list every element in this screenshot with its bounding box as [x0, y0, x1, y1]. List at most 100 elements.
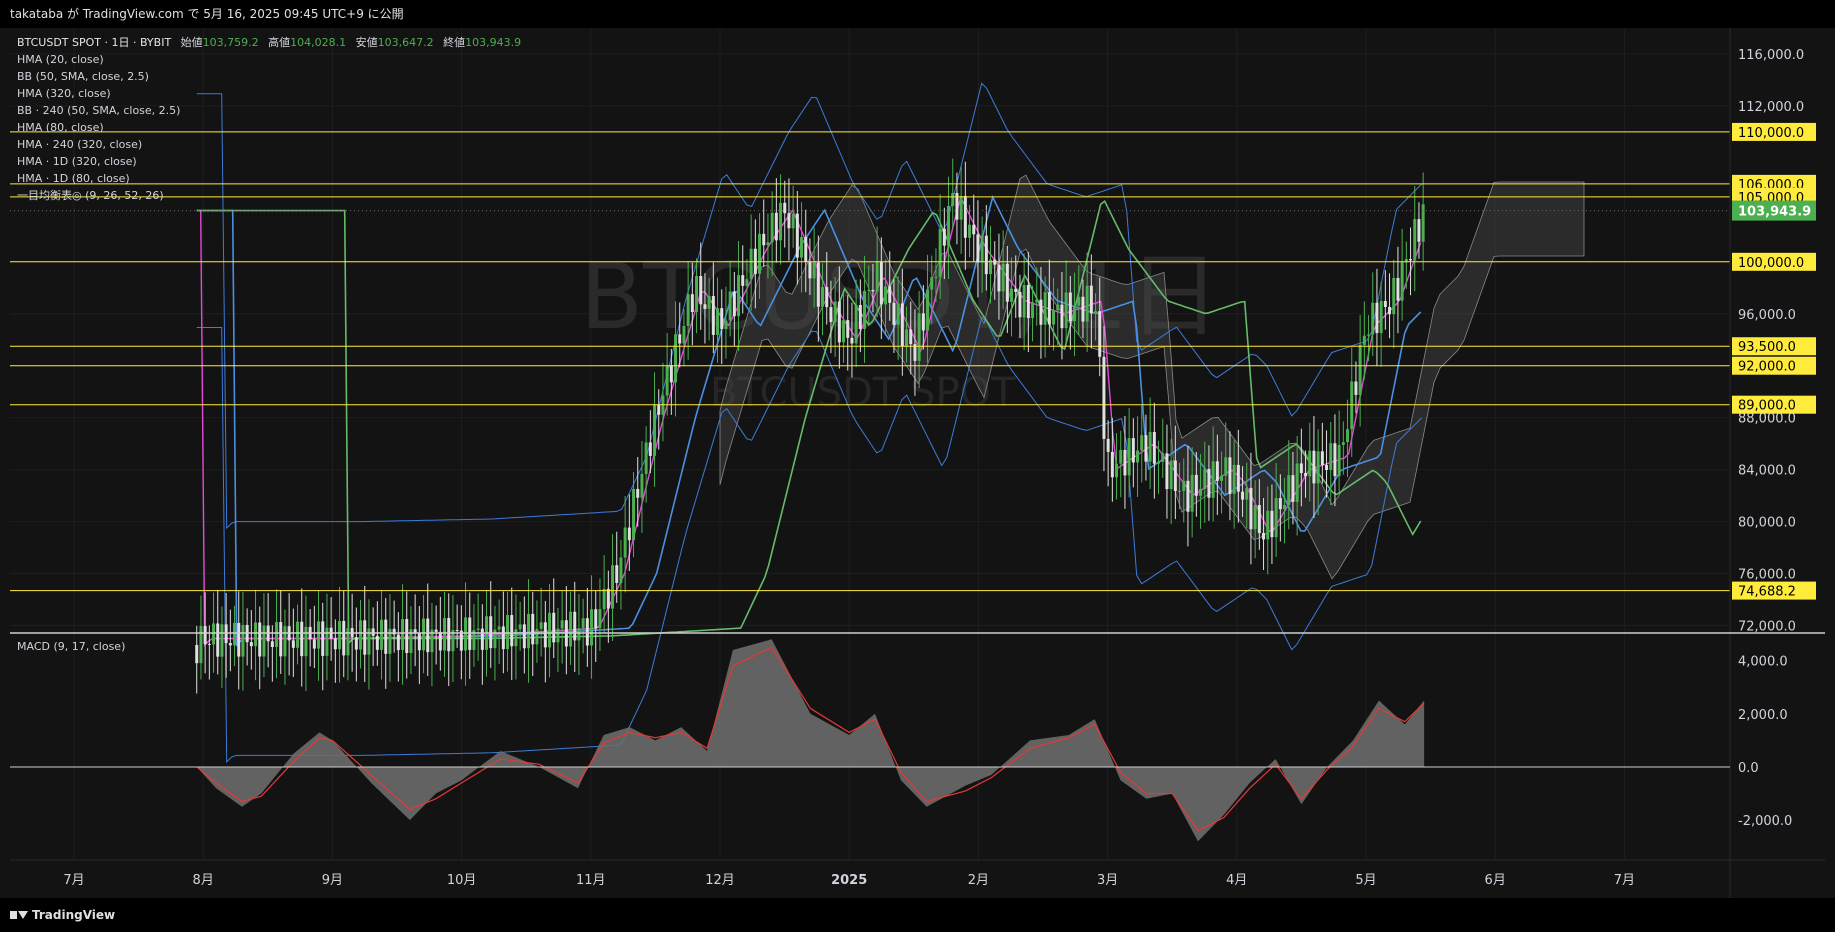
candle-body	[585, 618, 589, 646]
candle-body	[795, 213, 799, 258]
indicator-hma-1d-320[interactable]: HMA · 1D (320, close)	[17, 153, 521, 170]
candle-body	[892, 302, 896, 325]
last-price-label[interactable]: 103,943.9	[1738, 205, 1811, 220]
candle-body	[333, 638, 337, 650]
candle-body	[762, 233, 766, 246]
candle-body	[1161, 453, 1165, 462]
candle-body	[821, 287, 825, 307]
candle-body	[875, 261, 879, 292]
candle-body	[774, 212, 778, 241]
candle-body	[1400, 262, 1404, 301]
price-tick-label: 96,000.0	[1738, 308, 1796, 323]
candle-body	[745, 279, 749, 286]
candle-body	[653, 404, 657, 456]
candle-body	[1350, 381, 1354, 430]
candle-body	[1207, 468, 1211, 498]
candle-body	[997, 264, 1001, 292]
macd-tick-label: 0.0	[1738, 761, 1759, 776]
candle-body	[707, 296, 711, 309]
candle-body	[648, 442, 652, 456]
candle-body	[455, 630, 459, 632]
candle-body	[732, 291, 736, 317]
candle-body	[947, 205, 951, 246]
indicator-hma-240-320[interactable]: HMA · 240 (320, close)	[17, 136, 521, 153]
candle-body	[577, 628, 581, 641]
candle-body	[283, 626, 287, 657]
level-label[interactable]: 100,000.0	[1738, 256, 1804, 271]
candle-body	[434, 629, 438, 632]
candle-body	[690, 294, 694, 313]
level-label[interactable]: 92,000.0	[1738, 360, 1796, 375]
candle-body	[489, 616, 493, 649]
indicator-hma-320[interactable]: HMA (320, close)	[17, 85, 521, 102]
indicator-bb-240[interactable]: BB · 240 (50, SMA, close, 2.5)	[17, 102, 521, 119]
indicator-hma-20[interactable]: HMA (20, close)	[17, 51, 521, 68]
level-label[interactable]: 110,000.0	[1738, 126, 1804, 141]
candle-body	[237, 622, 241, 657]
candle-body	[976, 234, 980, 263]
price-tick-label: 80,000.0	[1738, 516, 1796, 531]
indicator-hma-80[interactable]: HMA (80, close)	[17, 119, 521, 136]
candle-body	[749, 248, 753, 280]
price-tick-label: 116,000.0	[1738, 48, 1804, 63]
candle-body	[590, 609, 594, 646]
price-tick-label: 84,000.0	[1738, 464, 1796, 479]
candle-body	[1052, 310, 1056, 325]
candle-body	[501, 626, 505, 650]
candle-body	[615, 565, 619, 583]
candle-body	[1081, 296, 1085, 322]
candle-body	[325, 627, 329, 656]
candle-body	[640, 473, 644, 498]
candle-body	[674, 334, 678, 383]
candle-body	[497, 626, 501, 630]
candle-body	[1148, 431, 1152, 462]
candle-body	[900, 303, 904, 347]
candle-body	[233, 622, 237, 646]
level-label[interactable]: 89,000.0	[1738, 399, 1796, 414]
candle-body	[1304, 473, 1308, 477]
tradingview-logo[interactable]: TradingView	[10, 908, 115, 922]
candle-body	[1152, 431, 1156, 464]
candle-body	[1388, 306, 1392, 315]
candle-body	[1354, 381, 1358, 395]
candle-body	[1287, 475, 1291, 506]
candle-body	[1022, 285, 1026, 318]
low-label: 安値	[355, 36, 378, 49]
candle-body	[779, 202, 783, 241]
candle-body	[1056, 304, 1060, 311]
candle-body	[569, 611, 573, 647]
candle-body	[1392, 277, 1396, 315]
level-label[interactable]: 93,500.0	[1738, 340, 1796, 355]
candle-body	[321, 621, 325, 656]
candle-body	[1262, 533, 1266, 540]
candle-body	[896, 303, 900, 325]
candle-body	[678, 334, 682, 344]
candle-body	[258, 622, 262, 657]
candle-body	[669, 365, 673, 383]
candle-body	[1140, 435, 1144, 451]
candle-body	[720, 308, 724, 329]
candle-body	[443, 618, 447, 651]
candle-body	[1316, 451, 1320, 484]
candle-body	[1333, 443, 1337, 477]
candle-body	[1421, 204, 1425, 242]
candle-body	[963, 195, 967, 238]
candle-body	[619, 557, 623, 583]
candle-body	[380, 619, 384, 650]
candle-body	[783, 202, 787, 214]
indicator-ichimoku[interactable]: 一目均衡表◎ (9, 26, 52, 26)	[17, 187, 521, 204]
candle-body	[888, 286, 892, 303]
candle-body	[837, 301, 841, 343]
level-label[interactable]: 74,688.2	[1738, 585, 1796, 600]
macd-label[interactable]: MACD (9, 17, close)	[17, 640, 125, 653]
candle-body	[816, 262, 820, 307]
candle-body	[522, 624, 526, 649]
candle-body	[1224, 457, 1228, 476]
candle-body	[527, 613, 531, 649]
candle-body	[1010, 288, 1014, 302]
indicator-bb-50[interactable]: BB (50, SMA, close, 2.5)	[17, 68, 521, 85]
candle-body	[1371, 302, 1375, 335]
candle-body	[514, 629, 518, 647]
candle-body	[1102, 356, 1106, 439]
indicator-hma-1d-80[interactable]: HMA · 1D (80, close)	[17, 170, 521, 187]
